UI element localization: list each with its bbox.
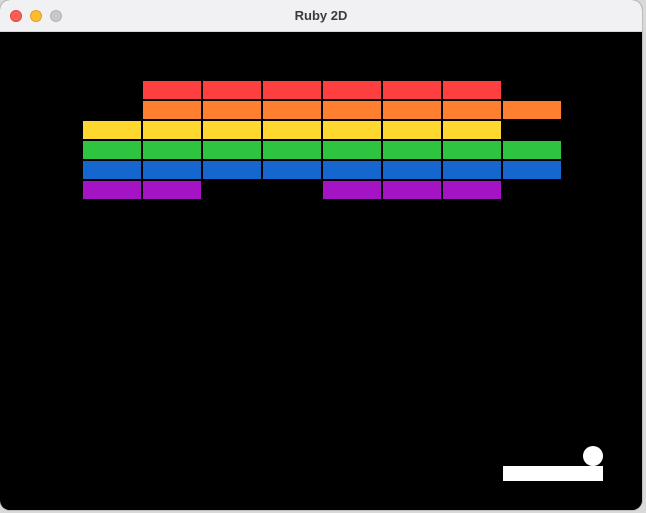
green-brick <box>142 140 202 160</box>
blue-brick <box>382 160 442 180</box>
title-bar[interactable]: Ruby 2D <box>0 0 642 32</box>
yellow-brick <box>322 120 382 140</box>
yellow-brick <box>262 120 322 140</box>
green-brick <box>322 140 382 160</box>
blue-brick <box>322 160 382 180</box>
purple-brick <box>442 180 502 200</box>
orange-brick <box>142 100 202 120</box>
blue-brick <box>82 160 142 180</box>
yellow-brick <box>82 120 142 140</box>
game-canvas[interactable] <box>2 32 642 510</box>
red-brick <box>382 80 442 100</box>
paddle[interactable] <box>503 466 603 481</box>
yellow-brick <box>142 120 202 140</box>
green-brick <box>262 140 322 160</box>
blue-brick <box>442 160 502 180</box>
red-brick <box>322 80 382 100</box>
orange-brick <box>442 100 502 120</box>
ball <box>583 446 603 466</box>
orange-brick <box>322 100 382 120</box>
purple-brick <box>142 180 202 200</box>
purple-brick <box>82 180 142 200</box>
green-brick <box>202 140 262 160</box>
red-brick <box>442 80 502 100</box>
green-brick <box>382 140 442 160</box>
purple-brick <box>322 180 382 200</box>
green-brick <box>82 140 142 160</box>
blue-brick <box>262 160 322 180</box>
red-brick <box>262 80 322 100</box>
yellow-brick <box>442 120 502 140</box>
green-brick <box>442 140 502 160</box>
window-title: Ruby 2D <box>294 8 348 23</box>
orange-brick <box>202 100 262 120</box>
green-brick <box>502 140 562 160</box>
purple-brick <box>382 180 442 200</box>
orange-brick <box>262 100 322 120</box>
orange-brick <box>502 100 562 120</box>
yellow-brick <box>382 120 442 140</box>
app-window: Ruby 2D <box>0 0 642 510</box>
yellow-brick <box>202 120 262 140</box>
blue-brick <box>142 160 202 180</box>
red-brick <box>142 80 202 100</box>
orange-brick <box>382 100 442 120</box>
blue-brick <box>502 160 562 180</box>
red-brick <box>202 80 262 100</box>
blue-brick <box>202 160 262 180</box>
